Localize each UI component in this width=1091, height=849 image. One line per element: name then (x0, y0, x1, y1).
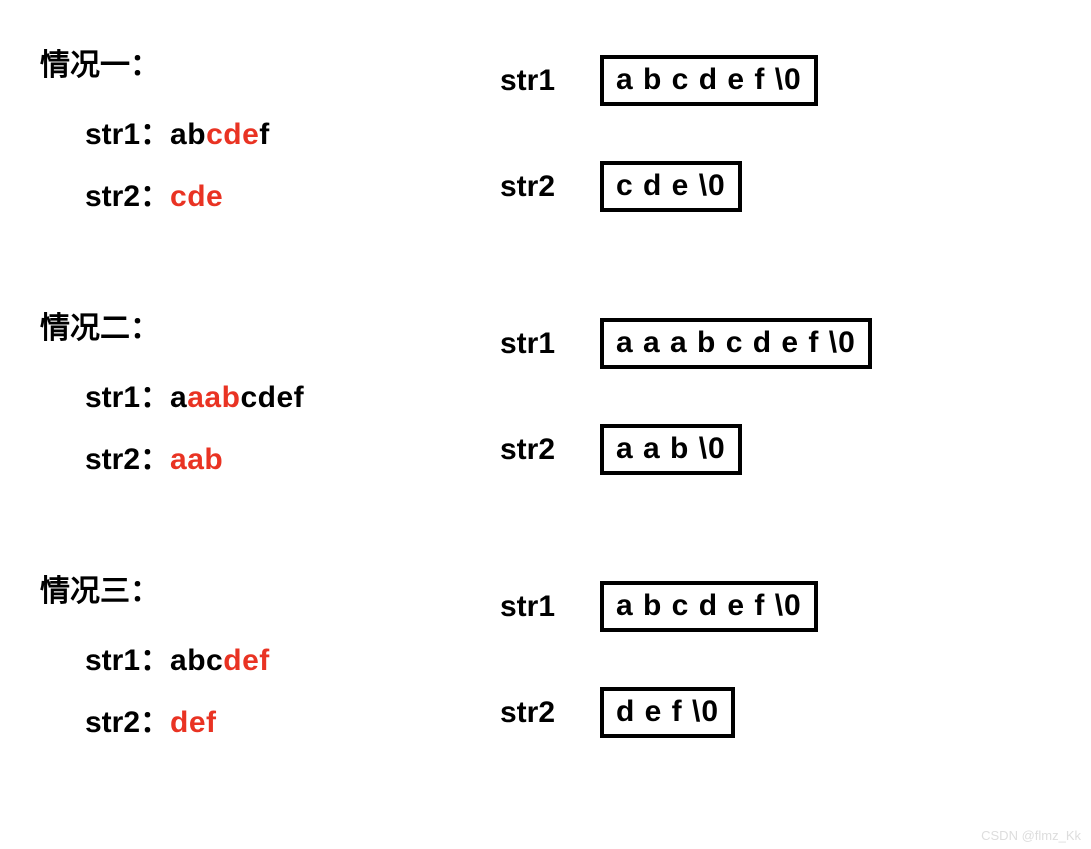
assign-label: str2： (85, 706, 170, 739)
memory-row: str1a b c d e f \0 (500, 581, 1061, 632)
value-segment: f (259, 118, 270, 151)
assign-label: str2： (85, 443, 170, 476)
case-left-column: 情况二：str1：aaabcdefstr2：aab (40, 293, 500, 496)
assign-line: str2：aab (85, 434, 500, 478)
case-left-column: 情况一：str1：abcdefstr2：cde (40, 30, 500, 233)
value-segment: def (170, 706, 217, 739)
memory-box: a a b \0 (600, 424, 742, 475)
memory-box: c d e \0 (600, 161, 742, 212)
memory-box: a a a b c d e f \0 (600, 318, 872, 369)
case-block: 情况一：str1：abcdefstr2：cdestr1a b c d e f \… (40, 30, 1061, 233)
watermark-text: CSDN @flmz_Kk (981, 828, 1081, 843)
memory-label: str2 (500, 433, 600, 467)
case-right-column: str1a a a b c d e f \0 str2a a b \0 (500, 293, 1061, 475)
value-segment: cdef (240, 381, 304, 414)
assign-label: str1： (85, 381, 170, 414)
assign-line: str1：abcdef (85, 109, 500, 153)
memory-row: str1a a a b c d e f \0 (500, 318, 1061, 369)
value-segment: abc (170, 644, 223, 677)
assign-value: abcdef (170, 644, 270, 677)
memory-label: str1 (500, 590, 600, 624)
memory-label: str2 (500, 170, 600, 204)
assign-label: str1： (85, 118, 170, 151)
memory-box: a b c d e f \0 (600, 581, 818, 632)
assign-value: aaabcdef (170, 381, 304, 414)
assign-value: cde (170, 180, 223, 213)
assign-line: str2：cde (85, 171, 500, 215)
assign-value: aab (170, 443, 223, 476)
memory-row: str2d e f \0 (500, 687, 1061, 738)
memory-label: str1 (500, 327, 600, 361)
case-block: 情况三：str1：abcdefstr2：defstr1a b c d e f \… (40, 556, 1061, 759)
value-segment: cde (206, 118, 259, 151)
value-segment: aab (170, 443, 223, 476)
case-right-column: str1a b c d e f \0 str2d e f \0 (500, 556, 1061, 738)
value-segment: ab (170, 118, 206, 151)
assign-line: str2：def (85, 697, 500, 741)
memory-row: str1a b c d e f \0 (500, 55, 1061, 106)
memory-label: str2 (500, 696, 600, 730)
assign-label: str2： (85, 180, 170, 213)
assign-line: str1：abcdef (85, 635, 500, 679)
case-title: 情况一： (40, 40, 500, 84)
memory-row: str2a a b \0 (500, 424, 1061, 475)
memory-row: str2c d e \0 (500, 161, 1061, 212)
value-segment: def (223, 644, 270, 677)
assign-label: str1： (85, 644, 170, 677)
value-segment: a (170, 381, 187, 414)
case-right-column: str1a b c d e f \0 str2c d e \0 (500, 30, 1061, 212)
case-block: 情况二：str1：aaabcdefstr2：aabstr1a a a b c d… (40, 293, 1061, 496)
value-segment: aab (187, 381, 240, 414)
case-title: 情况三： (40, 566, 500, 610)
value-segment: cde (170, 180, 223, 213)
assign-value: abcdef (170, 118, 270, 151)
case-title: 情况二： (40, 303, 500, 347)
case-left-column: 情况三：str1：abcdefstr2：def (40, 556, 500, 759)
memory-box: d e f \0 (600, 687, 735, 738)
assign-value: def (170, 706, 217, 739)
memory-label: str1 (500, 64, 600, 98)
memory-box: a b c d e f \0 (600, 55, 818, 106)
assign-line: str1：aaabcdef (85, 372, 500, 416)
